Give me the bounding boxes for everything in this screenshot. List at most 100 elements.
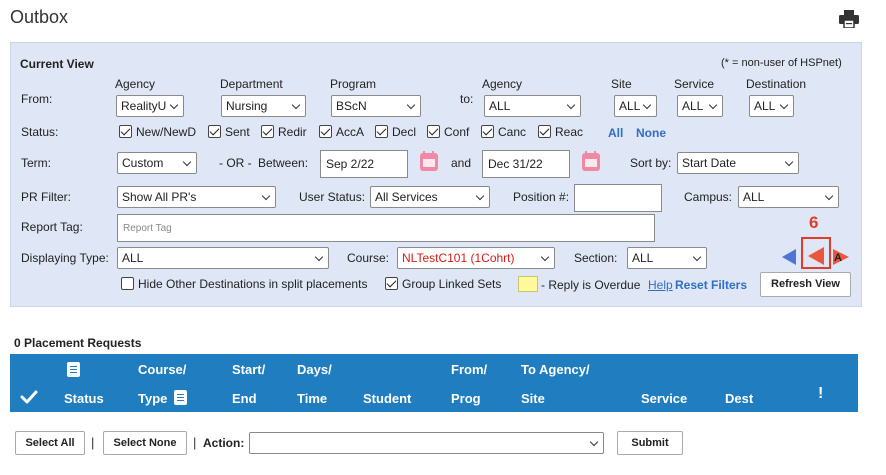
checkbox-box[interactable]: [481, 125, 494, 138]
checkbox-box[interactable]: [319, 125, 332, 138]
status-checkbox-label: Decl: [392, 125, 417, 139]
status-none-link[interactable]: None: [636, 126, 666, 140]
start-date-input[interactable]: Sep 2/22: [320, 150, 408, 178]
column-header-type[interactable]: Type: [138, 391, 167, 406]
displaying-type-select[interactable]: ALL: [117, 247, 329, 269]
or-text: - OR -: [219, 156, 252, 170]
to-service-select[interactable]: ALL: [677, 95, 723, 117]
select-all-button[interactable]: Select All: [15, 431, 85, 455]
calendar-icon[interactable]: [420, 151, 438, 171]
svg-text:A: A: [834, 252, 842, 264]
section-select[interactable]: ALL: [627, 247, 707, 269]
and-label: and: [451, 156, 472, 170]
section-label: Section:: [574, 251, 618, 265]
pr-filter-select[interactable]: Show All PR's: [117, 186, 276, 208]
column-header-dest[interactable]: Dest: [725, 391, 753, 406]
status-checkbox-label: AccA: [336, 125, 365, 139]
user-status-select[interactable]: All Services: [370, 186, 490, 208]
page-title: Outbox: [10, 7, 69, 27]
expand-arrow-icon[interactable]: A: [832, 248, 850, 266]
status-checkbox-canc[interactable]: Canc: [481, 125, 526, 139]
course-label: Course:: [347, 251, 390, 265]
checkbox-box[interactable]: [208, 125, 221, 138]
select-none-button[interactable]: Select None: [103, 431, 187, 455]
document-icon: [67, 362, 80, 377]
status-checkbox-sent[interactable]: Sent: [208, 125, 250, 139]
user-status-label: User Status:: [299, 190, 366, 204]
annotation-number: 6: [809, 213, 819, 232]
to-label: to:: [460, 92, 474, 106]
column-header-end[interactable]: End: [232, 391, 257, 406]
checkbox-box[interactable]: [385, 277, 398, 290]
sort-by-label: Sort by:: [630, 156, 672, 170]
placement-requests-count: 0 Placement Requests: [14, 336, 142, 350]
submit-button[interactable]: Submit: [617, 431, 683, 455]
column-header-time[interactable]: Time: [297, 391, 327, 406]
checkbox-box[interactable]: [119, 125, 132, 138]
checkbox-box[interactable]: [121, 277, 134, 290]
to-destination-select[interactable]: ALL: [749, 95, 794, 117]
campus-select[interactable]: ALL: [738, 186, 839, 208]
checkbox-box[interactable]: [375, 125, 388, 138]
column-header-site[interactable]: Site: [521, 391, 545, 406]
campus-label: Campus:: [684, 190, 733, 204]
end-date-input[interactable]: Dec 31/22: [482, 150, 570, 178]
between-label: Between:: [258, 156, 309, 170]
select-check-icon[interactable]: [20, 390, 38, 404]
to-site-select[interactable]: ALL: [614, 95, 657, 117]
document-icon: [174, 390, 187, 405]
course-select[interactable]: NLTestC101 (1Cohrt): [397, 247, 555, 269]
column-header-days[interactable]: Days/: [297, 362, 332, 377]
hide-other-destinations-checkbox[interactable]: Hide Other Destinations in split placeme…: [121, 277, 367, 291]
checkbox-box[interactable]: [538, 125, 551, 138]
to-agency-label: Agency: [482, 77, 523, 91]
current-view-heading: Current View: [20, 57, 94, 71]
from-agency-label: Agency: [115, 77, 156, 91]
column-header-course[interactable]: Course/: [138, 362, 186, 377]
from-department-label: Department: [220, 77, 283, 91]
status-all-link[interactable]: All: [608, 126, 623, 140]
from-department-select[interactable]: Nursing: [221, 95, 306, 117]
position-input[interactable]: [574, 184, 662, 212]
collapse-arrow-icon[interactable]: [807, 246, 825, 266]
to-service-label: Service: [674, 77, 715, 91]
printer-icon[interactable]: [839, 10, 859, 28]
status-checkbox-acca[interactable]: AccA: [319, 125, 364, 139]
action-select[interactable]: [249, 432, 604, 454]
status-checkbox-reac[interactable]: Reac: [538, 125, 583, 139]
to-site-label: Site: [611, 77, 632, 91]
overdue-legend-text: - Reply is Overdue: [541, 278, 641, 292]
column-header-to-agency[interactable]: To Agency/: [521, 362, 590, 377]
status-checkbox-decl[interactable]: Decl: [375, 125, 416, 139]
sort-by-select[interactable]: Start Date: [677, 152, 799, 174]
pr-filter-label: PR Filter:: [21, 190, 72, 204]
column-header-start[interactable]: Start/: [232, 362, 265, 377]
separator: |: [91, 435, 95, 450]
help-link[interactable]: Help: [648, 278, 673, 292]
report-tag-input[interactable]: Report Tag: [117, 214, 655, 242]
status-checkbox-conf[interactable]: Conf: [427, 125, 469, 139]
status-checkbox-label: New/NewD: [136, 125, 197, 139]
column-header-status[interactable]: Status: [64, 391, 104, 406]
column-header-prog[interactable]: Prog: [451, 391, 481, 406]
column-header-alert[interactable]: !: [818, 385, 823, 403]
from-program-select[interactable]: BScN: [331, 95, 421, 117]
checkbox-box[interactable]: [427, 125, 440, 138]
position-label: Position #:: [513, 190, 570, 204]
refresh-view-button[interactable]: Refresh View: [760, 272, 851, 297]
status-checkbox-redir[interactable]: Redir: [261, 125, 307, 139]
group-linked-sets-checkbox[interactable]: Group Linked Sets: [385, 277, 501, 291]
term-select[interactable]: Custom: [117, 152, 197, 174]
checkbox-box[interactable]: [261, 125, 274, 138]
column-header-student[interactable]: Student: [363, 391, 411, 406]
from-agency-select[interactable]: RealityU: [116, 95, 184, 117]
previous-arrow-icon[interactable]: [781, 248, 797, 266]
status-checkbox-new[interactable]: New/NewD: [119, 125, 196, 139]
from-label: From:: [21, 92, 53, 106]
calendar-icon[interactable]: [582, 151, 600, 171]
status-label: Status:: [21, 125, 59, 139]
to-agency-select[interactable]: ALL: [484, 95, 581, 117]
column-header-service[interactable]: Service: [641, 391, 687, 406]
reset-filters-link[interactable]: Reset Filters: [675, 278, 747, 292]
column-header-from[interactable]: From/: [451, 362, 487, 377]
